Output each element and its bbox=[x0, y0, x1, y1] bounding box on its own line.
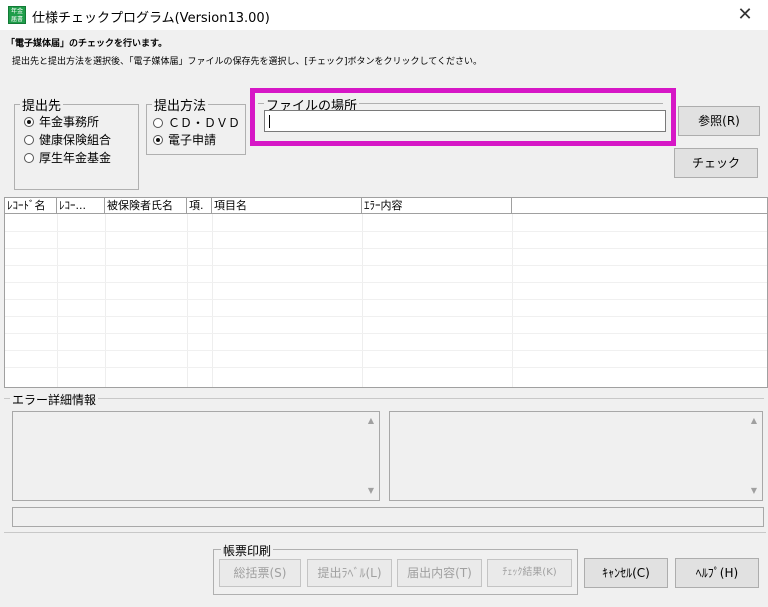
cancel-button[interactable]: ｷｬﾝｾﾙ(C) bbox=[584, 558, 668, 588]
scroll-down-icon[interactable]: ▼ bbox=[363, 484, 379, 498]
scroll-up-icon[interactable]: ▲ bbox=[746, 414, 762, 428]
radio-label: 年金事務所 bbox=[39, 115, 100, 129]
grid-column-line bbox=[105, 214, 106, 387]
print-legend: 帳票印刷 bbox=[221, 542, 274, 559]
grid-column-line bbox=[212, 214, 213, 387]
radio-unselected-icon[interactable] bbox=[24, 152, 34, 163]
grid-row-line bbox=[5, 248, 767, 249]
grid-column-line bbox=[512, 214, 513, 387]
grid-row-line bbox=[5, 350, 767, 351]
grid-row-line bbox=[5, 299, 767, 300]
browse-button[interactable]: 参照(R) bbox=[678, 106, 760, 136]
radio-pension-office[interactable]: 年金事務所 bbox=[24, 113, 99, 130]
error-detail-right-textarea[interactable]: ▲ ▼ bbox=[389, 411, 763, 501]
radio-cd-dvd[interactable]: ＣＤ・ＤＶＤ bbox=[153, 114, 240, 131]
file-path-input[interactable] bbox=[264, 110, 666, 132]
error-detail-legend: エラー詳細情報 bbox=[10, 391, 99, 408]
close-icon[interactable]: ✕ bbox=[722, 0, 768, 30]
column-header-error-content[interactable]: ｴﾗｰ内容 bbox=[362, 198, 512, 214]
help-button[interactable]: ﾍﾙﾌﾟ(H) bbox=[675, 558, 759, 588]
radio-selected-icon[interactable] bbox=[24, 116, 34, 127]
column-header-filler bbox=[512, 198, 767, 214]
grid-header: ﾚｺｰﾄﾞ名 ﾚｺｰ... 被保険者氏名 項. 項目名 ｴﾗｰ内容 bbox=[5, 198, 767, 214]
check-result-button[interactable]: ﾁｪｯｸ結果(K) bbox=[487, 559, 572, 587]
window-title: 仕様チェックプログラム(Version13.00) bbox=[32, 11, 270, 26]
scroll-up-icon[interactable]: ▲ bbox=[363, 414, 379, 428]
column-header-item-name[interactable]: 項目名 bbox=[212, 198, 362, 214]
grid-column-line bbox=[57, 214, 58, 387]
radio-unselected-icon[interactable] bbox=[24, 134, 34, 145]
radio-health-insurance[interactable]: 健康保険組合 bbox=[24, 131, 111, 148]
grid-row-line bbox=[5, 367, 767, 368]
intro-heading: 「電子媒体届」のチェックを行います。 bbox=[6, 39, 168, 49]
radio-label: 健康保険組合 bbox=[39, 133, 112, 147]
vertical-scrollbar[interactable]: ▲ ▼ bbox=[746, 412, 762, 500]
check-button[interactable]: チェック bbox=[674, 148, 758, 178]
scroll-down-icon[interactable]: ▼ bbox=[746, 484, 762, 498]
radio-label: 厚生年金基金 bbox=[39, 151, 112, 165]
column-header-record-name[interactable]: ﾚｺｰﾄﾞ名 bbox=[5, 198, 57, 214]
column-header-insured-name[interactable]: 被保険者氏名 bbox=[105, 198, 187, 214]
grid-column-line bbox=[362, 214, 363, 387]
radio-selected-icon[interactable] bbox=[153, 134, 163, 145]
submit-to-legend: 提出先 bbox=[22, 99, 62, 114]
grid-column-line bbox=[187, 214, 188, 387]
status-field bbox=[12, 507, 764, 527]
radio-label: 電子申請 bbox=[168, 133, 217, 147]
grid-row-line bbox=[5, 282, 767, 283]
radio-label: ＣＤ・ＤＶＤ bbox=[168, 116, 241, 130]
summary-sheet-button[interactable]: 総括票(S) bbox=[219, 559, 301, 587]
grid-row-line bbox=[5, 333, 767, 334]
separator bbox=[4, 532, 766, 533]
grid-row-line bbox=[5, 265, 767, 266]
grid-row-line bbox=[5, 316, 767, 317]
vertical-scrollbar[interactable]: ▲ ▼ bbox=[363, 412, 379, 500]
column-header-record-no[interactable]: ﾚｺｰ... bbox=[57, 198, 105, 214]
error-detail-group-border bbox=[4, 398, 764, 399]
method-legend: 提出方法 bbox=[154, 99, 207, 114]
radio-pension-fund[interactable]: 厚生年金基金 bbox=[24, 149, 111, 166]
app-icon: 年金 届書 bbox=[8, 6, 26, 24]
radio-unselected-icon[interactable] bbox=[153, 117, 163, 128]
title-bar: 年金 届書 仕様チェックプログラム(Version13.00) ✕ bbox=[0, 0, 768, 30]
submission-label-button[interactable]: 提出ﾗﾍﾞﾙ(L) bbox=[307, 559, 392, 587]
column-header-item-no[interactable]: 項. bbox=[187, 198, 212, 214]
notification-content-button[interactable]: 届出内容(T) bbox=[397, 559, 482, 587]
radio-e-application[interactable]: 電子申請 bbox=[153, 131, 216, 148]
error-list-grid[interactable]: ﾚｺｰﾄﾞ名 ﾚｺｰ... 被保険者氏名 項. 項目名 ｴﾗｰ内容 bbox=[4, 197, 768, 388]
error-detail-left-textarea[interactable]: ▲ ▼ bbox=[12, 411, 380, 501]
grid-row-line bbox=[5, 231, 767, 232]
intro-instructions: 提出先と提出方法を選択後、「電子媒体届」ファイルの保存先を選択し、[チェック]ボ… bbox=[12, 57, 482, 67]
